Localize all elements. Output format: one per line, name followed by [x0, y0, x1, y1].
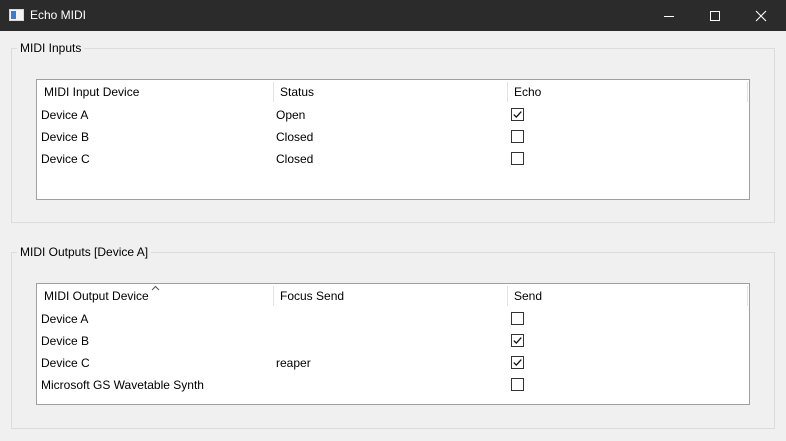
checkmark-icon [513, 337, 522, 345]
midi-outputs-table[interactable]: MIDI Output Device Focus Send Send Devic… [36, 283, 750, 405]
table-row[interactable]: Device B [37, 330, 749, 352]
close-button[interactable] [738, 0, 784, 31]
column-separator[interactable] [747, 286, 748, 306]
window-app-icon [9, 9, 24, 21]
table-row[interactable]: Microsoft GS Wavetable Synth [37, 374, 749, 396]
maximize-button[interactable] [692, 0, 738, 31]
send-checkbox[interactable] [511, 312, 524, 325]
column-header-input-device[interactable]: MIDI Input Device [38, 80, 274, 104]
table-row[interactable]: Device C Closed [37, 148, 749, 170]
echo-checkbox[interactable] [511, 152, 524, 165]
table-row[interactable]: Device A [37, 308, 749, 330]
device-cell: Device C [41, 356, 90, 370]
checkmark-icon [513, 359, 522, 367]
status-cell: Closed [276, 130, 314, 144]
midi-inputs-table[interactable]: MIDI Input Device Status Echo Device A O… [36, 79, 750, 200]
midi-outputs-header: MIDI Output Device Focus Send Send [37, 284, 749, 308]
echo-checkbox[interactable] [511, 108, 524, 121]
minimize-icon [664, 16, 674, 17]
send-checkbox[interactable] [511, 378, 524, 391]
device-cell: Device C [41, 152, 90, 166]
status-cell: Closed [276, 152, 314, 166]
midi-inputs-header: MIDI Input Device Status Echo [37, 80, 749, 104]
device-cell: Device B [41, 334, 90, 348]
checkmark-icon [513, 111, 522, 119]
title-bar[interactable]: Echo MIDI [0, 0, 786, 31]
device-cell: Device B [41, 130, 90, 144]
minimize-button[interactable] [646, 0, 692, 31]
device-cell: Microsoft GS Wavetable Synth [41, 378, 204, 392]
column-separator[interactable] [747, 82, 748, 102]
table-row[interactable]: Device A Open [37, 104, 749, 126]
maximize-icon [710, 11, 720, 21]
close-icon [755, 10, 767, 22]
focus-send-cell[interactable]: reaper [276, 352, 311, 374]
column-header-echo[interactable]: Echo [508, 80, 746, 104]
device-cell: Device A [41, 312, 89, 326]
send-checkbox[interactable] [511, 356, 524, 369]
midi-inputs-group-title: MIDI Inputs [17, 41, 85, 55]
column-header-send[interactable]: Send [508, 284, 746, 308]
column-header-focus-send[interactable]: Focus Send [274, 284, 508, 308]
table-row[interactable]: Device C reaper [37, 352, 749, 374]
send-checkbox[interactable] [511, 334, 524, 347]
device-cell: Device A [41, 108, 89, 122]
sort-ascending-icon [151, 285, 160, 291]
window-title: Echo MIDI [30, 8, 87, 22]
status-cell: Open [276, 108, 306, 122]
midi-outputs-group-title: MIDI Outputs [Device A] [17, 245, 152, 259]
echo-checkbox[interactable] [511, 130, 524, 143]
column-header-status[interactable]: Status [274, 80, 508, 104]
table-row[interactable]: Device B Closed [37, 126, 749, 148]
